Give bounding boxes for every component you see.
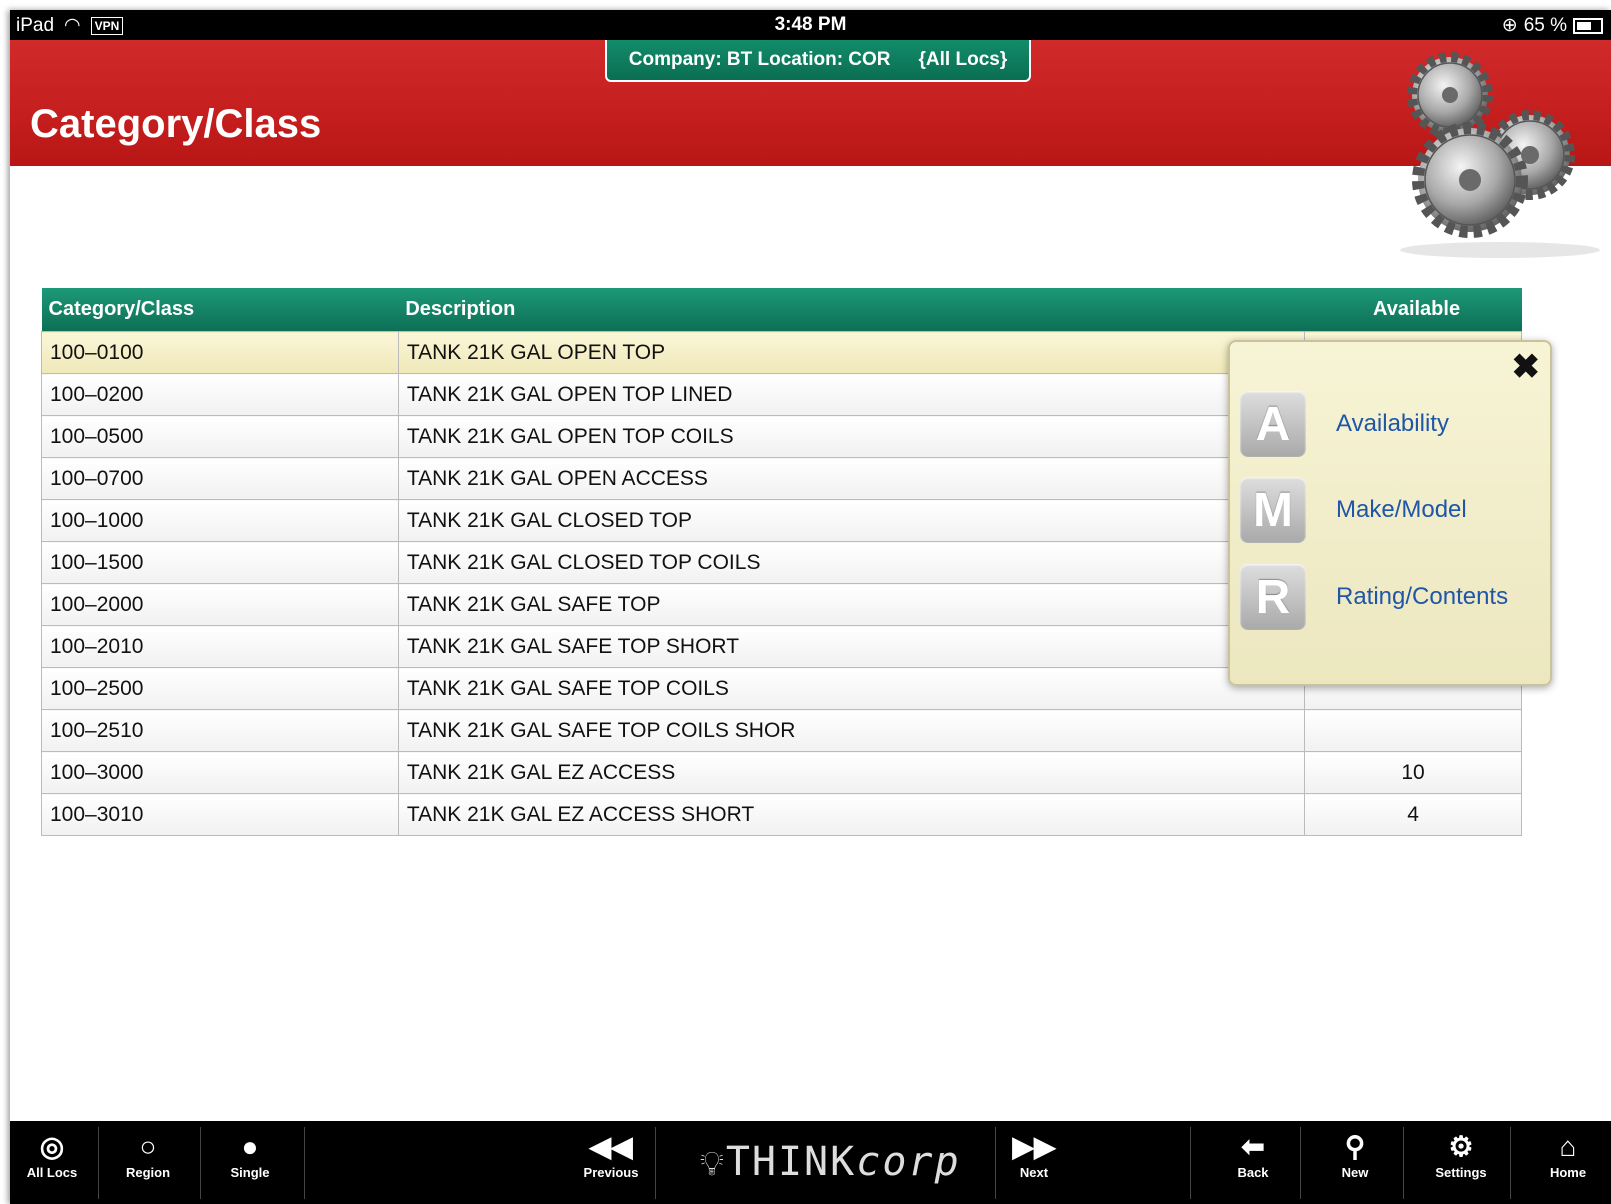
menu-item-rating-contents[interactable]: R Rating/Contents: [1240, 563, 1508, 631]
table-row[interactable]: 100–3000 TANK 21K GAL EZ ACCESS 10: [41, 751, 1522, 794]
settings-button[interactable]: ⚙ Settings: [1430, 1129, 1492, 1180]
ring-icon: ○: [139, 1131, 157, 1162]
cell-category: 100–3000: [41, 751, 399, 794]
all-locs-label: All Locs: [26, 1165, 78, 1180]
cell-description: TANK 21K GAL CLOSED TOP: [397, 499, 1306, 542]
cell-available: [1304, 709, 1522, 752]
bottom-toolbar: ◎ All Locs ○ Region ● Single ◀◀ Previous…: [10, 1121, 1611, 1204]
region-label: Region: [125, 1165, 171, 1180]
cell-description: TANK 21K GAL CLOSED TOP COILS: [397, 541, 1306, 584]
region-button[interactable]: ○ Region: [118, 1129, 178, 1180]
menu-item-availability[interactable]: A Availability: [1240, 390, 1449, 458]
gears-icon: [1400, 52, 1600, 258]
page-title: Category/Class: [30, 102, 322, 146]
toolbar-divider: [655, 1127, 656, 1199]
cell-category: 100–2510: [41, 709, 399, 752]
previous-button[interactable]: ◀◀ Previous: [576, 1129, 646, 1180]
menu-label-availability: Availability: [1336, 410, 1449, 437]
toolbar-divider: [304, 1127, 305, 1199]
back-button[interactable]: ⬅ Back: [1228, 1129, 1278, 1180]
column-header-available[interactable]: Available: [1304, 288, 1522, 332]
cell-category: 100–0700: [41, 457, 399, 500]
toolbar-divider: [98, 1127, 99, 1199]
toolbar-divider: [200, 1127, 201, 1199]
app-window: iPad ◠ VPN 3:48 PM ⊕ 65 % Category/Class…: [10, 10, 1611, 1204]
thinkcorp-logo: 💡︎THINKcorp: [700, 1139, 961, 1185]
next-button[interactable]: ▶▶ Next: [1006, 1129, 1062, 1180]
magnifier-icon: ⚲: [1344, 1131, 1366, 1162]
make-model-badge-icon: M: [1240, 477, 1306, 543]
home-label: Home: [1549, 1165, 1587, 1180]
all-locs-button[interactable]: ◎ All Locs: [22, 1129, 82, 1180]
cell-category: 100–2500: [41, 667, 399, 710]
home-button[interactable]: ⌂ Home: [1542, 1129, 1594, 1180]
cell-available: 10: [1304, 751, 1522, 794]
status-bar: iPad ◠ VPN 3:48 PM ⊕ 65 %: [10, 10, 1611, 40]
table-row[interactable]: 100–3010 TANK 21K GAL EZ ACCESS SHORT 4: [41, 793, 1522, 836]
single-button[interactable]: ● Single: [220, 1129, 280, 1180]
table-header-row: Category/Class Description Available: [41, 288, 1522, 332]
cell-description: TANK 21K GAL SAFE TOP COILS: [397, 667, 1306, 710]
availability-badge-icon: A: [1240, 391, 1306, 457]
cell-available: 4: [1304, 793, 1522, 836]
new-label: New: [1341, 1165, 1369, 1180]
cell-description: TANK 21K GAL OPEN TOP COILS: [397, 415, 1306, 458]
cell-category: 100–2010: [41, 625, 399, 668]
dot-icon: ●: [241, 1131, 259, 1162]
rotation-lock-icon: ⊕: [1501, 15, 1518, 36]
battery-icon: [1573, 17, 1603, 34]
cell-category: 100–0500: [41, 415, 399, 458]
menu-item-make-model[interactable]: M Make/Model: [1240, 476, 1467, 544]
toolbar-divider: [1510, 1127, 1511, 1199]
gear-icon: ⚙: [1448, 1131, 1474, 1162]
lightbulb-icon: 💡︎: [700, 1144, 726, 1184]
table-row[interactable]: 100–2510 TANK 21K GAL SAFE TOP COILS SHO…: [41, 709, 1522, 752]
company-location-label: Company: BT Location: COR: [628, 49, 891, 70]
row-options-popover: ✖ A Availability M Make/Model R Rating/C…: [1228, 340, 1552, 686]
company-location-tab[interactable]: Company: BT Location: COR {All Locs}: [605, 40, 1031, 82]
toolbar-divider: [1190, 1127, 1191, 1199]
back-label: Back: [1237, 1165, 1269, 1180]
clock: 3:48 PM: [774, 14, 847, 35]
menu-label-rating-contents: Rating/Contents: [1336, 583, 1509, 610]
single-label: Single: [230, 1165, 270, 1180]
cell-description: TANK 21K GAL SAFE TOP COILS SHOR: [397, 709, 1306, 752]
cell-description: TANK 21K GAL OPEN TOP LINED: [397, 373, 1306, 416]
cell-description: TANK 21K GAL EZ ACCESS: [397, 751, 1306, 794]
cell-category: 100–1000: [41, 499, 399, 542]
next-label: Next: [1019, 1165, 1049, 1180]
cell-category: 100–2000: [41, 583, 399, 626]
close-icon[interactable]: ✖: [1512, 350, 1541, 384]
cell-description: TANK 21K GAL OPEN TOP: [397, 331, 1306, 374]
brand-corp: corp: [856, 1139, 961, 1185]
brand-think: THINK: [725, 1139, 857, 1185]
toolbar-divider: [995, 1127, 996, 1199]
settings-label: Settings: [1435, 1165, 1487, 1180]
previous-label: Previous: [583, 1165, 639, 1180]
concentric-circles-icon: ◎: [39, 1131, 65, 1162]
toolbar-divider: [1300, 1127, 1301, 1199]
cell-category: 100–3010: [41, 793, 399, 836]
rating-contents-badge-icon: R: [1240, 564, 1306, 630]
all-locs-label: {All Locs}: [918, 49, 1008, 70]
cell-description: TANK 21K GAL EZ ACCESS SHORT: [397, 793, 1306, 836]
column-header-category[interactable]: Category/Class: [41, 288, 399, 332]
cell-category: 100–0100: [41, 331, 399, 374]
battery-percent: 65 %: [1523, 14, 1567, 36]
new-button[interactable]: ⚲ New: [1330, 1129, 1380, 1180]
rewind-icon: ◀◀: [589, 1131, 633, 1162]
menu-label-make-model: Make/Model: [1336, 496, 1467, 523]
toolbar-divider: [1403, 1127, 1404, 1199]
fast-forward-icon: ▶▶: [1012, 1131, 1056, 1162]
cell-description: TANK 21K GAL SAFE TOP: [397, 583, 1306, 626]
cell-description: TANK 21K GAL SAFE TOP SHORT: [397, 625, 1306, 668]
home-icon: ⌂: [1559, 1131, 1577, 1162]
column-header-description[interactable]: Description: [398, 288, 1305, 332]
cell-description: TANK 21K GAL OPEN ACCESS: [397, 457, 1306, 500]
back-arrow-icon: ⬅: [1241, 1131, 1265, 1162]
cell-category: 100–0200: [41, 373, 399, 416]
cell-category: 100–1500: [41, 541, 399, 584]
